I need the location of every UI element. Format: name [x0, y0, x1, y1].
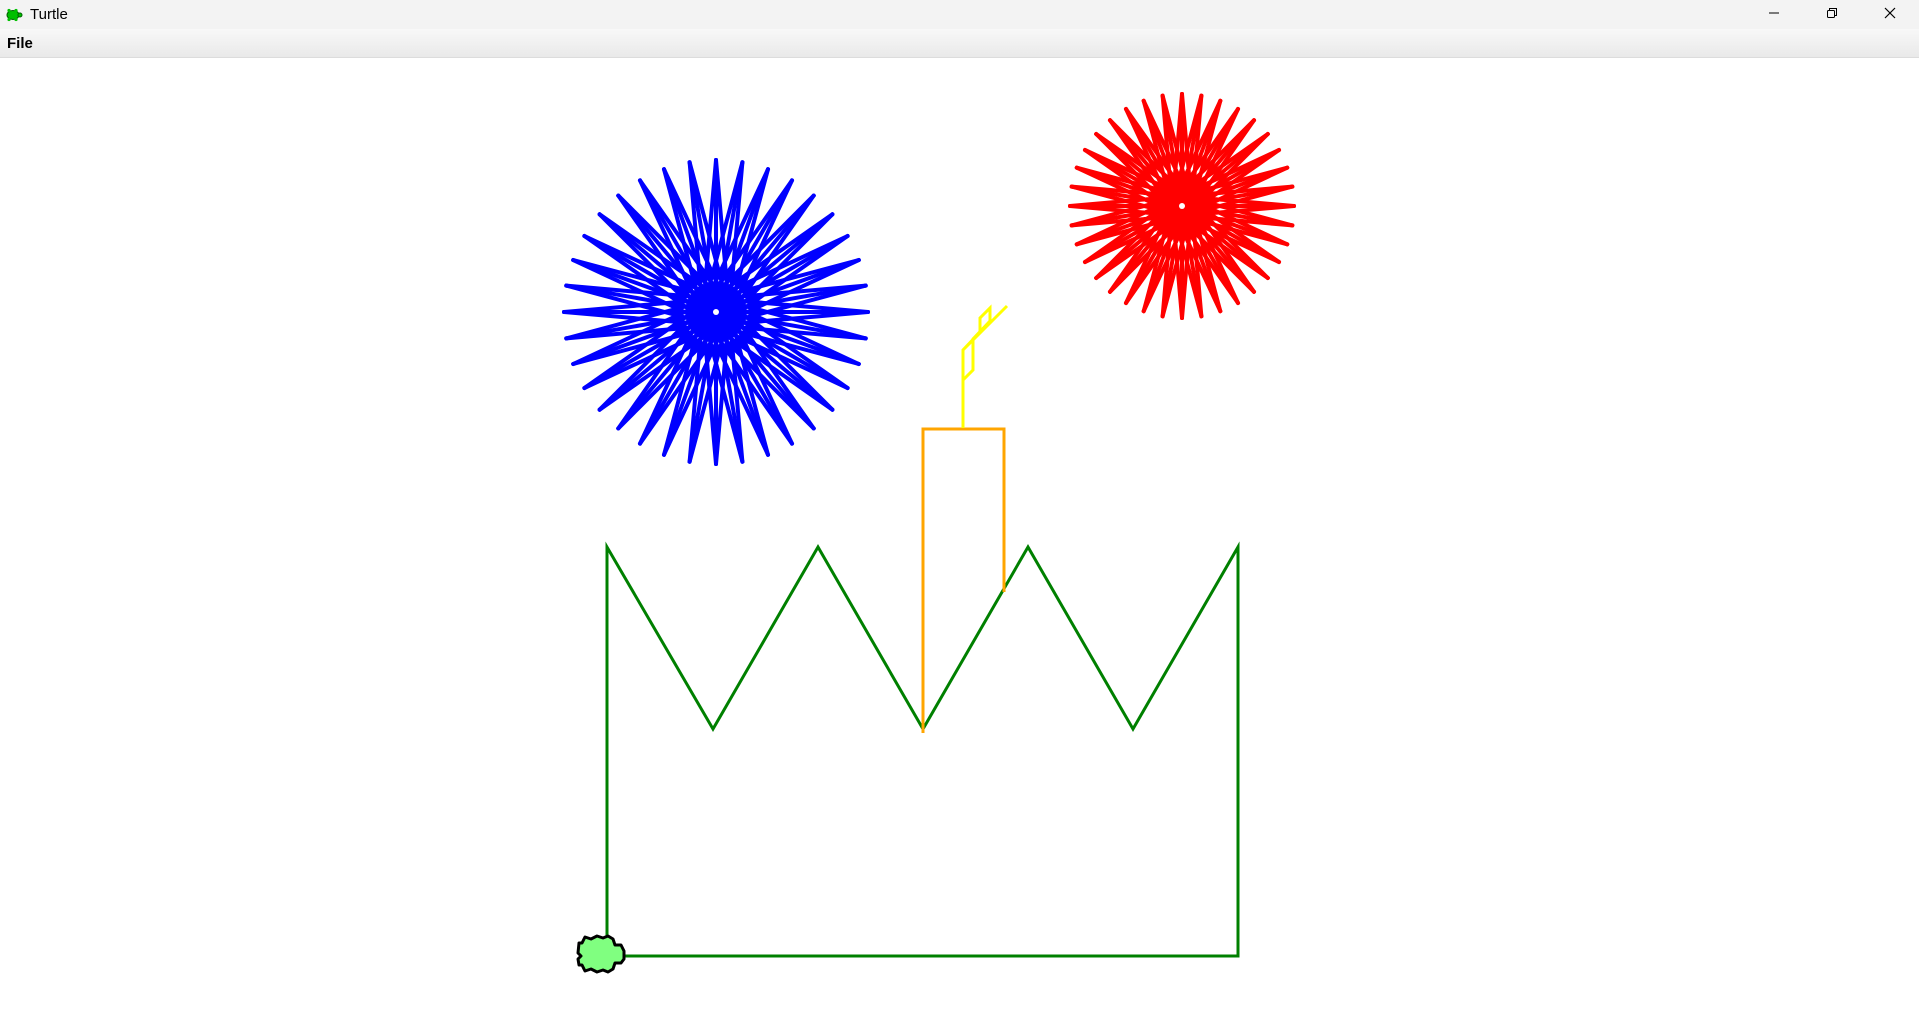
restore-button[interactable] — [1803, 0, 1861, 29]
turtle-icon — [3, 4, 25, 26]
close-button[interactable] — [1861, 0, 1919, 29]
red-burst-center — [1179, 203, 1185, 209]
menu-bar: File — [0, 29, 1919, 58]
drawing-surface — [562, 92, 1296, 974]
restore-icon — [1826, 6, 1838, 24]
minimize-button[interactable] — [1745, 0, 1803, 29]
blue-burst — [562, 158, 870, 466]
red-burst — [1068, 92, 1296, 320]
window-title: Turtle — [30, 6, 68, 23]
candle-flame — [961, 304, 1009, 428]
close-icon — [1884, 6, 1896, 24]
candle-outline — [921, 427, 1006, 733]
blue-burst-center — [713, 309, 719, 315]
menu-file[interactable]: File — [7, 35, 33, 52]
title-bar: Turtle — [0, 0, 1919, 29]
turtle-cursor-icon — [576, 934, 626, 974]
turtle-canvas[interactable] — [0, 58, 1919, 1012]
minimize-icon — [1768, 6, 1780, 24]
